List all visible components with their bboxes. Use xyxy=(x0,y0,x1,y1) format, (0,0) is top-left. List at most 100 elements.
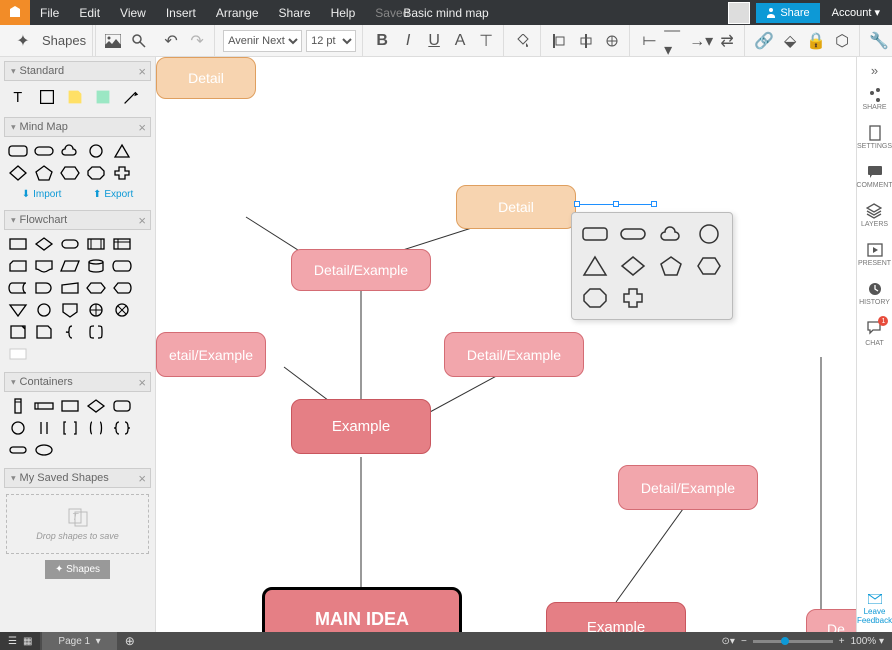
import-link[interactable]: ⬇ Import xyxy=(22,189,62,200)
fc-offpage[interactable] xyxy=(60,302,80,318)
menu-arrange[interactable]: Arrange xyxy=(206,6,269,20)
search-icon[interactable] xyxy=(128,30,150,52)
panel-containers[interactable]: Containers× xyxy=(4,372,151,392)
close-icon[interactable]: × xyxy=(138,213,146,228)
fc-note2[interactable] xyxy=(34,324,54,340)
shape-diamond[interactable] xyxy=(8,165,28,181)
shape-rect[interactable] xyxy=(36,87,58,107)
fc-bracket[interactable] xyxy=(86,324,106,340)
node-detex-2[interactable]: etail/Example xyxy=(156,332,266,377)
shape-pentagon[interactable] xyxy=(34,165,54,181)
selection-handle[interactable] xyxy=(613,201,619,207)
popup-shape-cloud[interactable] xyxy=(658,223,684,245)
cont-pill[interactable] xyxy=(8,442,28,458)
panel-mindmap[interactable]: Mind Map× xyxy=(4,117,151,137)
bold-icon[interactable]: B xyxy=(371,30,393,52)
line-style-icon[interactable]: —▾ xyxy=(664,30,686,52)
shape-circle[interactable] xyxy=(86,143,106,159)
cont-bracket3[interactable] xyxy=(86,420,106,436)
popup-shape-stadium[interactable] xyxy=(620,223,646,245)
document-title[interactable]: Basic mind map xyxy=(403,6,488,20)
lock-icon[interactable]: 🔒 xyxy=(805,30,827,52)
magnet-icon[interactable]: ⬙ xyxy=(779,30,801,52)
panel-standard[interactable]: Standard× xyxy=(4,61,151,81)
rail-layers[interactable]: LAYERS xyxy=(861,203,888,228)
cont-circle[interactable] xyxy=(8,420,28,436)
font-size-select[interactable]: 12 pt xyxy=(306,30,356,52)
shape-arrow[interactable] xyxy=(120,87,142,107)
node-detex-3[interactable]: Detail/Example xyxy=(444,332,584,377)
fc-delay[interactable] xyxy=(34,280,54,296)
rail-settings[interactable]: SETTINGS xyxy=(857,125,892,150)
align-right-icon[interactable] xyxy=(601,30,623,52)
shape-stadium[interactable] xyxy=(34,143,54,159)
fc-or[interactable] xyxy=(86,302,106,318)
popup-shape-cross[interactable] xyxy=(620,287,646,309)
account-menu[interactable]: Account ▾ xyxy=(820,6,892,19)
menu-file[interactable]: File xyxy=(30,6,69,20)
cont-horiz[interactable] xyxy=(34,398,54,414)
fc-merge[interactable] xyxy=(8,302,28,318)
fc-display[interactable] xyxy=(112,280,132,296)
popup-shape-octagon[interactable] xyxy=(582,287,608,309)
cont-vert[interactable] xyxy=(8,398,28,414)
shape-fill[interactable] xyxy=(92,87,114,107)
fc-connector[interactable] xyxy=(34,302,54,318)
font-select[interactable]: Avenir Next xyxy=(223,30,302,52)
line-type-icon[interactable]: ⇄ xyxy=(716,30,738,52)
zoom-to-fit-icon[interactable]: ⊙▾ xyxy=(722,636,735,647)
fc-preparation[interactable] xyxy=(86,280,106,296)
selection-handle[interactable] xyxy=(651,201,657,207)
add-shapes-button[interactable]: ✦ Shapes xyxy=(45,560,110,579)
underline-icon[interactable]: U xyxy=(423,30,445,52)
popup-shape-diamond[interactable] xyxy=(620,255,646,277)
fc-document[interactable] xyxy=(34,258,54,274)
fc-blank[interactable] xyxy=(8,346,28,362)
node-detex-4[interactable]: Detail/Example xyxy=(618,465,758,510)
canvas[interactable]: Detail Detail Detail/Example etail/Examp… xyxy=(156,57,856,632)
rail-comment[interactable]: COMMENT xyxy=(856,164,892,189)
list-view-icon[interactable]: ☰ xyxy=(8,636,17,647)
shape-cloud[interactable] xyxy=(60,143,80,159)
menu-insert[interactable]: Insert xyxy=(156,6,206,20)
popup-shape-triangle[interactable] xyxy=(582,255,608,277)
fc-brace[interactable] xyxy=(60,324,80,340)
zoom-value[interactable]: 100% ▾ xyxy=(851,636,884,647)
close-icon[interactable]: × xyxy=(138,375,146,390)
fc-card[interactable] xyxy=(8,258,28,274)
cube-icon[interactable]: ⬡ xyxy=(831,30,853,52)
popup-shape-hexagon[interactable] xyxy=(696,255,722,277)
feedback-link[interactable]: Leave Feedback xyxy=(857,594,892,626)
node-main-idea[interactable]: MAIN IDEA xyxy=(262,587,462,632)
fc-process[interactable] xyxy=(8,236,28,252)
add-page-button[interactable]: ⊕ xyxy=(117,634,143,648)
shape-cross[interactable] xyxy=(112,165,132,181)
fc-storage[interactable] xyxy=(8,280,28,296)
grid-view-icon[interactable]: ▦ xyxy=(23,636,32,647)
align-center-icon[interactable] xyxy=(575,30,597,52)
node-det-partial[interactable]: De xyxy=(806,609,856,632)
rail-share[interactable]: SHARE xyxy=(862,86,886,111)
shape-octagon[interactable] xyxy=(86,165,106,181)
cont-bracket1[interactable] xyxy=(34,420,54,436)
expand-rail-icon[interactable]: » xyxy=(871,63,878,78)
undo-icon[interactable]: ↶ xyxy=(160,30,182,52)
fc-internal[interactable] xyxy=(112,236,132,252)
zoom-in-icon[interactable]: + xyxy=(839,636,845,647)
close-icon[interactable]: × xyxy=(138,471,146,486)
zoom-out-icon[interactable]: − xyxy=(741,636,747,647)
share-button[interactable]: Share xyxy=(756,3,819,23)
shape-triangle[interactable] xyxy=(112,143,132,159)
node-example-1[interactable]: Example xyxy=(291,399,431,454)
cont-diamond[interactable] xyxy=(86,398,106,414)
export-link[interactable]: ⬆ Export xyxy=(93,189,133,200)
rail-present[interactable]: PRESENT xyxy=(858,242,891,267)
fc-terminator[interactable] xyxy=(60,236,80,252)
align-left-icon[interactable] xyxy=(549,30,571,52)
fc-database[interactable] xyxy=(86,258,106,274)
panel-saved[interactable]: My Saved Shapes× xyxy=(4,468,151,488)
italic-icon[interactable]: I xyxy=(397,30,419,52)
node-detex-1[interactable]: Detail/Example xyxy=(291,249,431,291)
menu-help[interactable]: Help xyxy=(321,6,366,20)
close-icon[interactable]: × xyxy=(138,120,146,135)
